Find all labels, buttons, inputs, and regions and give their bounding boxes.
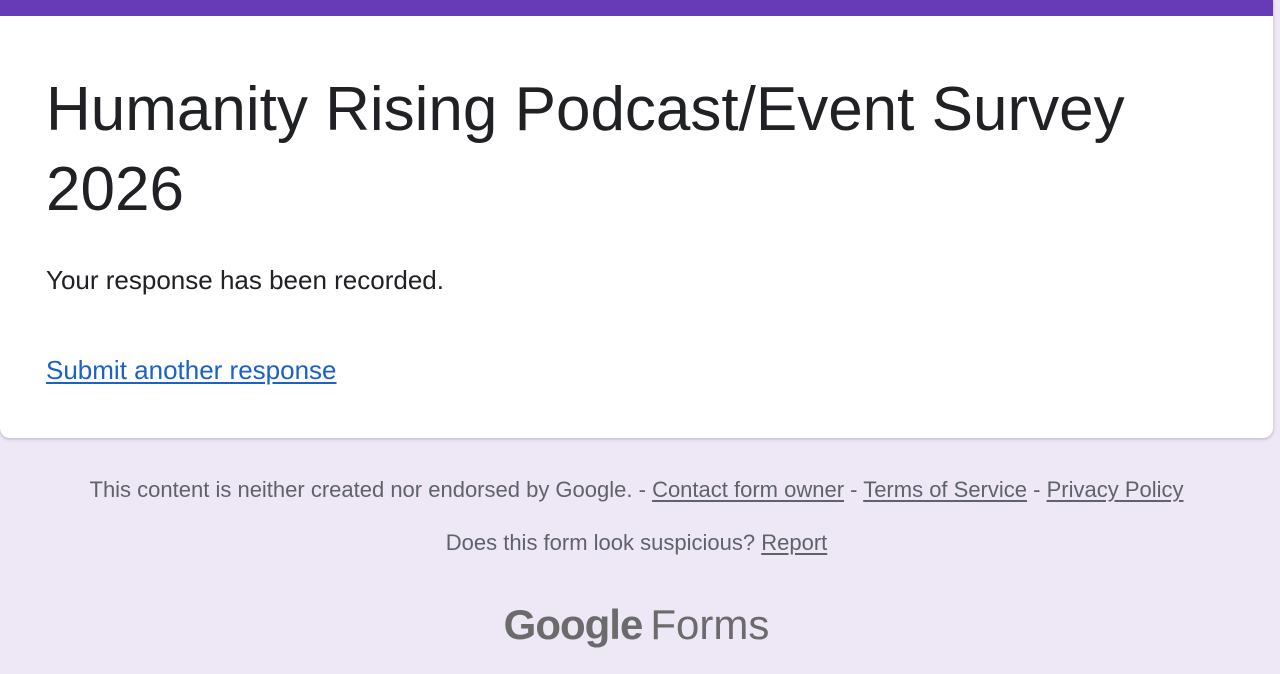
footer-report-line: Does this form look suspicious? Report <box>0 528 1273 558</box>
google-forms-logo[interactable]: Google Forms <box>0 598 1273 652</box>
privacy-policy-link[interactable]: Privacy Policy <box>1047 477 1184 502</box>
terms-of-service-link[interactable]: Terms of Service <box>863 477 1027 502</box>
report-link[interactable]: Report <box>761 530 827 555</box>
confirmation-message: Your response has been recorded. <box>46 265 444 295</box>
response-card: Humanity Rising Podcast/Event Survey 202… <box>0 0 1273 438</box>
contact-form-owner-link[interactable]: Contact form owner <box>652 477 844 502</box>
disclaimer-text: This content is neither created nor endo… <box>89 477 633 502</box>
form-title: Humanity Rising Podcast/Event Survey 202… <box>46 75 1125 224</box>
forms-wordmark: Forms <box>650 601 770 648</box>
footer-separator: - <box>844 477 864 502</box>
suspicious-text: Does this form look suspicious? <box>445 530 756 555</box>
footer-separator: - <box>1027 477 1047 502</box>
form-accent-bar <box>0 0 1273 16</box>
google-wordmark: Google <box>503 601 644 648</box>
footer-separator: - <box>632 477 653 502</box>
submit-another-response-link[interactable]: Submit another response <box>46 353 337 387</box>
footer-disclaimer-line: This content is neither created nor endo… <box>0 475 1273 505</box>
